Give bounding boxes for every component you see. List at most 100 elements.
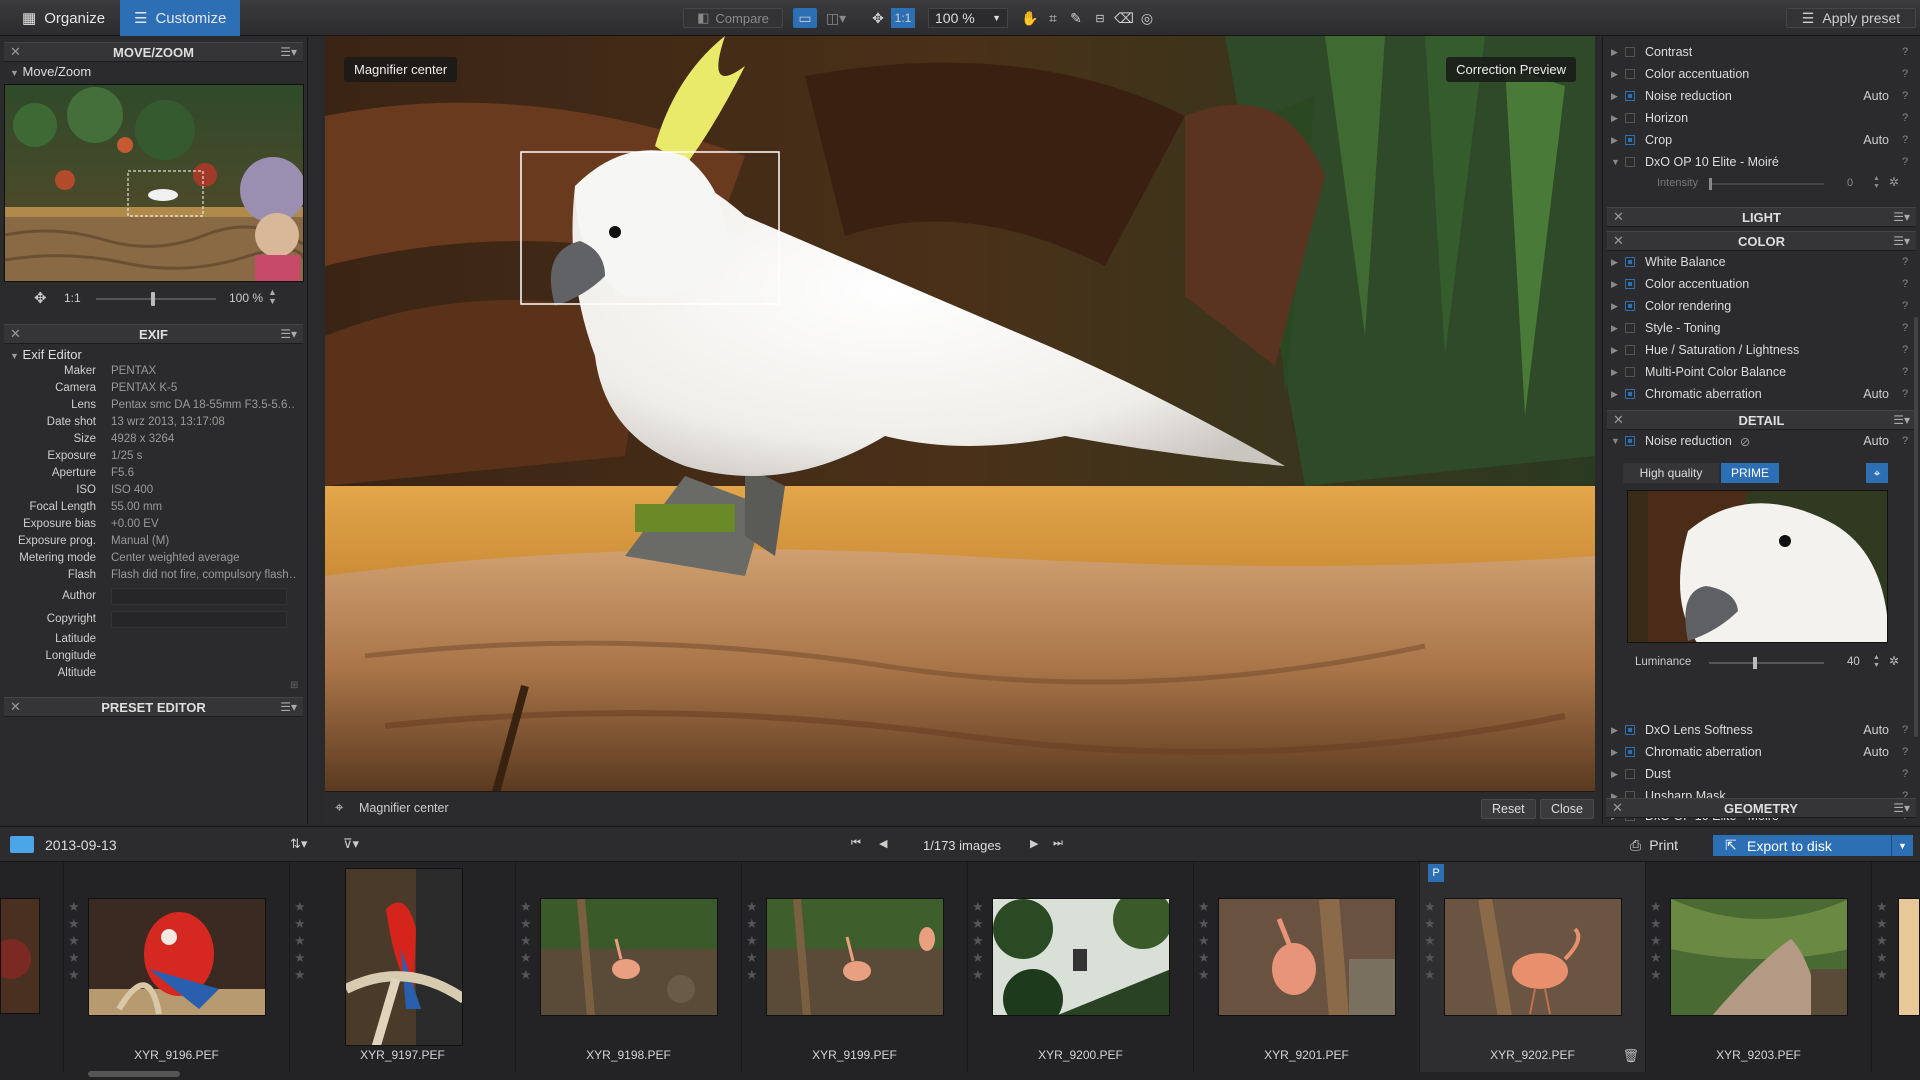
help-icon[interactable]: ? — [1899, 134, 1911, 146]
copyright-input[interactable] — [111, 611, 287, 628]
help-icon[interactable]: ? — [1899, 90, 1911, 102]
help-icon[interactable]: ? — [1899, 112, 1911, 124]
enable-checkbox[interactable] — [1625, 157, 1635, 167]
enable-checkbox[interactable] — [1625, 345, 1635, 355]
single-view-button[interactable]: ▭ — [793, 8, 817, 28]
enable-checkbox[interactable] — [1625, 436, 1635, 446]
film-cell[interactable]: ★ ★ ★ ★ ★ XYR_9200.PEF — [968, 862, 1194, 1072]
luminance-slider-thumb[interactable] — [1753, 657, 1757, 669]
stepper-icon[interactable]: ▲ ▼ — [1873, 654, 1880, 670]
export-dropdown-icon[interactable]: ▼ — [1891, 835, 1913, 856]
enable-checkbox[interactable] — [1625, 323, 1635, 333]
zoom-ratio-button[interactable]: 1:1 — [891, 8, 915, 28]
nav-zoom-slider[interactable] — [96, 292, 216, 306]
film-cell[interactable]: ★ ★ ★ ★ ★ XYR_9203.PEF — [1646, 862, 1872, 1072]
tab-customize[interactable]: ☰ Customize — [120, 0, 240, 36]
export-to-disk-button[interactable]: ⇱ Export to disk ▼ — [1713, 835, 1913, 856]
folder-icon[interactable] — [10, 836, 34, 853]
intensity-value[interactable]: 0 — [1847, 177, 1853, 189]
exif-header[interactable]: ✕ EXIF ☰▾ — [4, 324, 303, 344]
close-icon[interactable]: ✕ — [10, 699, 21, 715]
intensity-slider-thumb[interactable] — [1709, 178, 1712, 190]
navigator-thumbnail[interactable] — [4, 84, 304, 282]
enable-checkbox[interactable] — [1625, 279, 1635, 289]
row-contrast[interactable]: ▶ Contrast? — [1611, 43, 1911, 61]
panel-scrollbar[interactable] — [1914, 317, 1918, 737]
menu-icon[interactable]: ☰▾ — [1893, 413, 1910, 427]
author-input[interactable] — [111, 588, 287, 605]
film-cell[interactable]: ★ ★ ★ ★ ★ XYR_9201.PEF — [1194, 862, 1420, 1072]
enable-checkbox[interactable] — [1625, 367, 1635, 377]
detail-header[interactable]: ✕ DETAIL ☰▾ — [1607, 410, 1916, 430]
row-lens-softness[interactable]: ▶ DxO Lens Softness Auto? — [1611, 721, 1911, 739]
rating-stars[interactable]: ★ ★ ★ ★ ★ — [1650, 898, 1662, 983]
intensity-slider[interactable] — [1709, 178, 1824, 190]
help-icon[interactable]: ? — [1899, 322, 1911, 334]
exif-subhead[interactable]: ▼ Exif Editor — [10, 347, 82, 362]
first-image-icon[interactable]: ⏮ — [851, 837, 861, 850]
row-color-rendering[interactable]: ▶ Color rendering? — [1611, 297, 1911, 315]
help-icon[interactable]: ? — [1899, 156, 1911, 168]
enable-checkbox[interactable] — [1625, 389, 1635, 399]
row-crop[interactable]: ▶ Crop Auto? — [1611, 131, 1911, 149]
split-view-button[interactable]: ◫▾ — [820, 8, 852, 28]
row-chromatic-aberration[interactable]: ▶ Chromatic aberration Auto? — [1611, 385, 1911, 403]
nav-zoom-percent[interactable]: 100 % — [229, 291, 263, 305]
rating-stars[interactable]: ★ ★ ★ ★ ★ — [1424, 898, 1436, 983]
enable-checkbox[interactable] — [1625, 47, 1635, 57]
row-noise-reduction[interactable]: ▶ Noise reduction Auto? — [1611, 87, 1911, 105]
nav-zoom-slider-thumb[interactable] — [151, 292, 155, 306]
film-cell-selected[interactable]: P ★ ★ ★ ★ ★ 🗑 XYR_9202.PEF — [1420, 862, 1646, 1072]
help-icon[interactable]: ? — [1899, 344, 1911, 356]
enable-checkbox[interactable] — [1625, 725, 1635, 735]
rating-stars[interactable]: ★ ★ ★ ★ ★ — [68, 898, 80, 983]
stepper-icon[interactable]: ▲ ▼ — [268, 288, 277, 306]
menu-icon[interactable]: ☰▾ — [1893, 801, 1910, 815]
preset-editor-header[interactable]: ✕ PRESET EDITOR ☰▾ — [4, 697, 303, 717]
movezoom-header[interactable]: ✕ MOVE/ZOOM ☰▾ — [4, 42, 303, 62]
help-icon[interactable]: ? — [1899, 746, 1911, 758]
filter-icon[interactable]: ⊽▾ — [343, 836, 359, 852]
enable-checkbox[interactable] — [1625, 113, 1635, 123]
geometry-header[interactable]: ✕ GEOMETRY ☰▾ — [1606, 798, 1916, 818]
color-header[interactable]: ✕ COLOR ☰▾ — [1607, 231, 1916, 251]
luminance-slider[interactable] — [1709, 657, 1824, 669]
zoom-select[interactable]: 100 % ▼ — [928, 8, 1008, 28]
crosshair-icon[interactable]: ⌖ — [335, 799, 343, 816]
enable-checkbox[interactable] — [1625, 301, 1635, 311]
help-icon[interactable]: ? — [1899, 46, 1911, 58]
enable-checkbox[interactable] — [1625, 69, 1635, 79]
rating-stars[interactable]: ★ ★ ★ ★ ★ — [972, 898, 984, 983]
menu-icon[interactable]: ☰▾ — [280, 700, 297, 714]
sort-icon[interactable]: ⇅▾ — [290, 836, 307, 852]
enable-checkbox[interactable] — [1625, 135, 1635, 145]
resize-grip-icon[interactable]: ⊞ — [290, 680, 298, 691]
close-icon[interactable]: ✕ — [10, 326, 21, 342]
luminance-value[interactable]: 40 — [1847, 656, 1860, 668]
noise-preview[interactable] — [1627, 490, 1888, 643]
tab-organize[interactable]: ▦ Organize — [8, 0, 119, 36]
rating-stars[interactable]: ★ ★ ★ ★ ★ — [746, 898, 758, 983]
close-button[interactable]: Close — [1540, 799, 1594, 819]
film-cell[interactable]: ★ ★ ★ ★ ★ XYR_9197.PEF — [290, 862, 516, 1072]
row-multipoint[interactable]: ▶ Multi-Point Color Balance? — [1611, 363, 1911, 381]
compare-button[interactable]: ◧ Compare — [683, 8, 783, 28]
move-icon[interactable]: ✥ — [868, 8, 888, 28]
eyedropper-icon[interactable]: ✎ — [1066, 8, 1086, 28]
eye-slash-icon[interactable]: ⊘ — [1740, 434, 1863, 449]
row-moire[interactable]: ▼ DxO OP 10 Elite - Moiré? — [1611, 153, 1911, 171]
row-horizon[interactable]: ▶ Horizon? — [1611, 109, 1911, 127]
target-icon[interactable]: ◎ — [1137, 8, 1157, 28]
preview-target-button[interactable]: ⌖ — [1866, 463, 1888, 483]
close-icon[interactable]: ✕ — [1612, 800, 1623, 816]
light-header[interactable]: ✕ LIGHT ☰▾ — [1607, 207, 1916, 227]
help-icon[interactable]: ? — [1899, 300, 1911, 312]
prev-image-icon[interactable]: ◀ — [879, 837, 887, 850]
menu-icon[interactable]: ☰▾ — [280, 327, 297, 341]
enable-checkbox[interactable] — [1625, 91, 1635, 101]
close-icon[interactable]: ✕ — [1613, 233, 1624, 249]
help-icon[interactable]: ? — [1899, 278, 1911, 290]
prime-button[interactable]: PRIME — [1721, 463, 1779, 483]
move-icon[interactable]: ✥ — [34, 289, 47, 307]
enable-checkbox[interactable] — [1625, 747, 1635, 757]
